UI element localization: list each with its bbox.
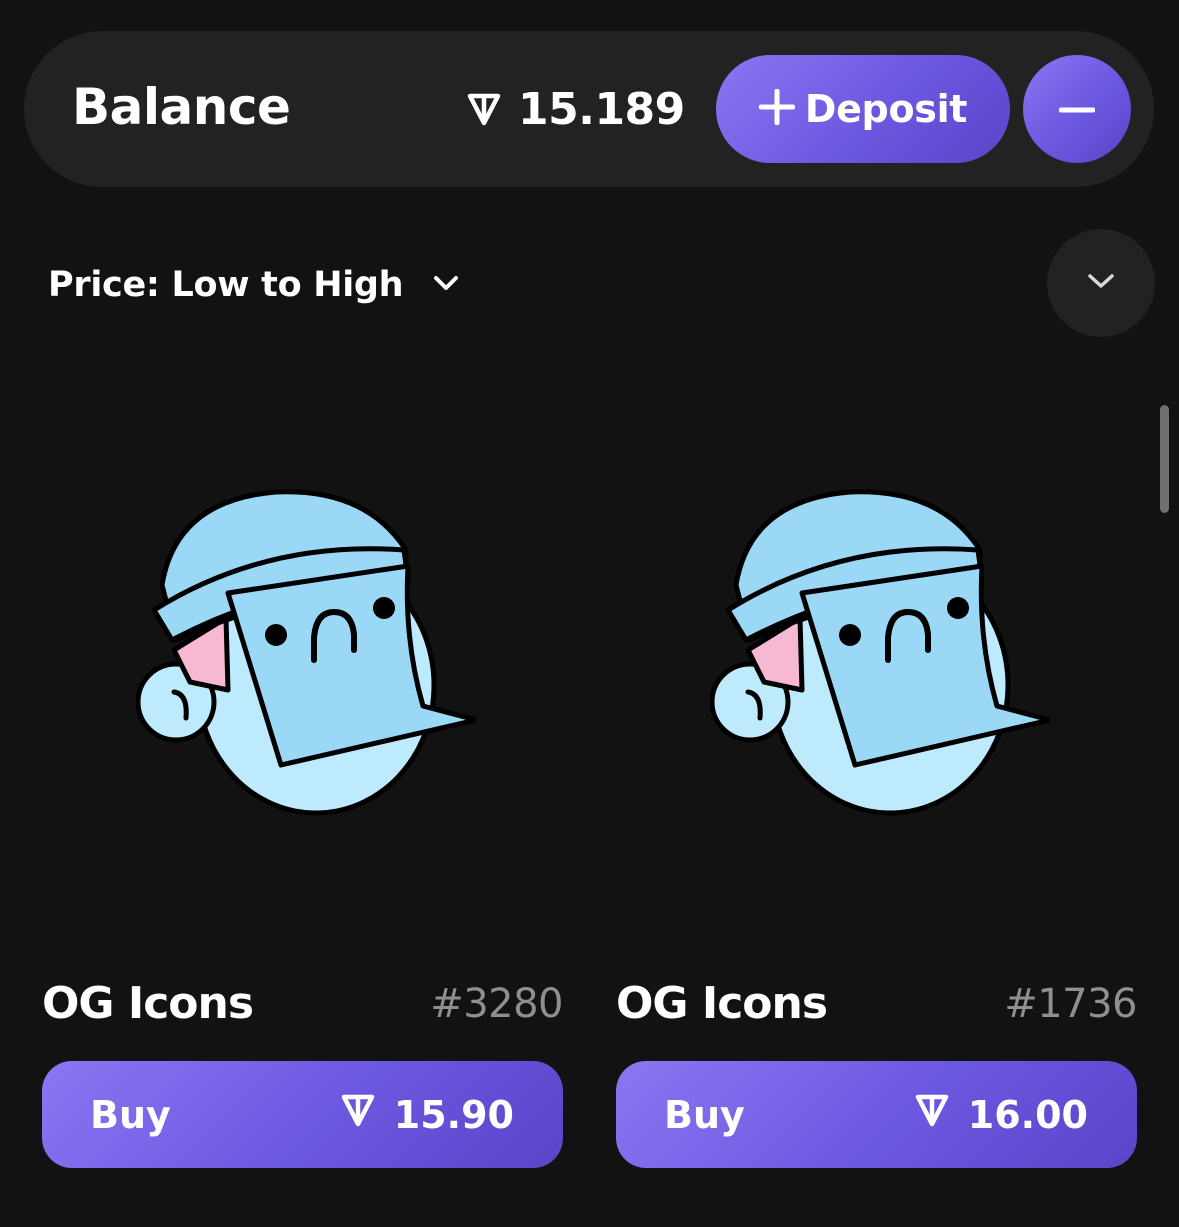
buy-button[interactable]: Buy 16.00 <box>616 1061 1137 1168</box>
buy-button[interactable]: Buy 15.90 <box>42 1061 563 1168</box>
og-icon-character-image[interactable] <box>135 480 479 825</box>
og-icon-character-image[interactable] <box>709 480 1053 825</box>
price-value: 15.90 <box>393 1092 514 1137</box>
price: 15.90 <box>340 1092 514 1137</box>
buy-label: Buy <box>664 1092 745 1137</box>
item-number: #1736 <box>1004 981 1137 1027</box>
item-number: #3280 <box>430 981 563 1027</box>
nft-card[interactable]: OG Icons #3280 Buy 15.90 <box>42 0 563 1227</box>
price: 16.00 <box>914 1092 1088 1137</box>
scrollbar[interactable] <box>1160 405 1169 513</box>
buy-label: Buy <box>90 1092 171 1137</box>
nft-card[interactable]: OG Icons #1736 Buy 16.00 <box>616 0 1137 1227</box>
price-value: 16.00 <box>967 1092 1088 1137</box>
item-name: OG Icons <box>42 978 254 1029</box>
ton-icon <box>340 1092 376 1137</box>
item-name: OG Icons <box>616 978 828 1029</box>
ton-icon <box>914 1092 950 1137</box>
